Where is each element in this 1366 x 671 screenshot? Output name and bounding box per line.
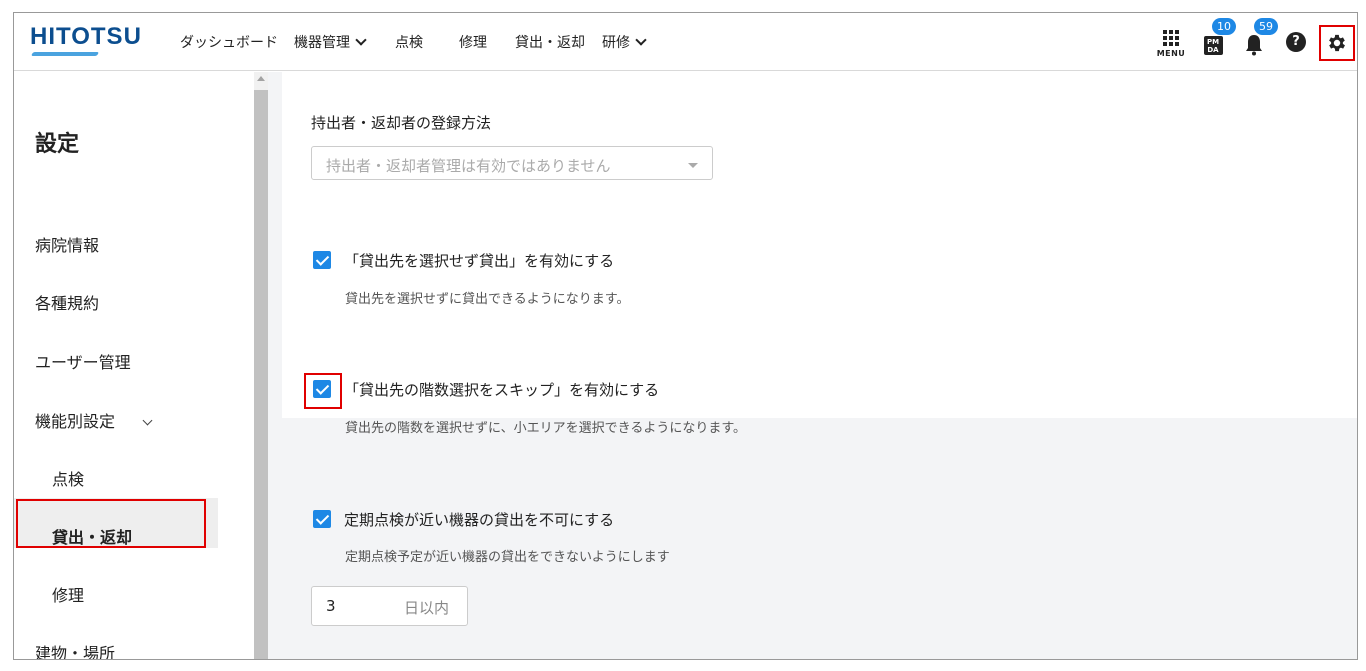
sidebar-item-users[interactable]: ユーザー管理 xyxy=(35,349,131,373)
registration-select-value: 持出者・返却者管理は有効ではありません xyxy=(326,157,611,175)
highlight-box xyxy=(16,499,206,548)
content-gutter xyxy=(268,72,282,659)
caret-down-icon xyxy=(688,163,698,168)
logo-text: HITOTSU xyxy=(30,23,142,50)
logo-underline xyxy=(30,52,100,56)
highlight-box xyxy=(304,373,342,409)
grid-icon xyxy=(1163,30,1179,46)
nav-lending[interactable]: 貸出・返却 xyxy=(515,32,585,52)
notification-badge: 59 xyxy=(1254,18,1278,35)
gear-icon xyxy=(1329,34,1345,52)
days-value: 3 xyxy=(326,597,336,615)
days-input[interactable]: 3 日以内 xyxy=(311,586,468,626)
option-no-destination-label: 「貸出先を選択せず貸出」を有効にする xyxy=(344,252,615,270)
sidebar-item-features[interactable]: 機能別設定 xyxy=(35,408,153,432)
settings-button[interactable] xyxy=(1319,25,1355,61)
chevron-down-icon xyxy=(635,34,647,46)
chevron-down-icon xyxy=(142,415,153,426)
sidebar-item-buildings[interactable]: 建物・場所 xyxy=(35,640,115,659)
sidebar-scroll-thumb[interactable] xyxy=(254,90,268,659)
sidebar-item-rules[interactable]: 各種規約 xyxy=(35,290,99,314)
option-block-inspection-label: 定期点検が近い機器の貸出を不可にする xyxy=(344,511,615,529)
pmda-badge: 10 xyxy=(1212,18,1236,35)
help-icon: ? xyxy=(1286,32,1306,52)
hitotsu-logo[interactable]: HITOTSU xyxy=(30,23,150,59)
app-window: HITOTSU ダッシュボード 機器管理 点検 修理 貸出・返却 研修 MENU… xyxy=(13,12,1358,660)
nav-inspection[interactable]: 点検 xyxy=(395,32,423,52)
nav-repair[interactable]: 修理 xyxy=(459,32,487,52)
option-block-inspection-checkbox[interactable] xyxy=(313,510,331,528)
menu-label: MENU xyxy=(1156,49,1186,58)
chevron-down-icon xyxy=(355,34,367,46)
option-no-destination-desc: 貸出先を選択せずに貸出できるようになります。 xyxy=(345,292,630,307)
nav-dashboard[interactable]: ダッシュボード xyxy=(180,32,278,52)
top-header: HITOTSU ダッシュボード 機器管理 点検 修理 貸出・返却 研修 MENU… xyxy=(14,13,1357,71)
main-nav: ダッシュボード 機器管理 点検 修理 貸出・返却 研修 xyxy=(180,13,647,71)
option-no-destination-checkbox[interactable] xyxy=(313,251,331,269)
bell-icon xyxy=(1246,35,1262,56)
menu-button[interactable]: MENU xyxy=(1154,13,1188,71)
option-skip-floor-label: 「貸出先の階数選択をスキップ」を有効にする xyxy=(344,381,660,399)
nav-equipment[interactable]: 機器管理 xyxy=(294,32,367,52)
sidebar-item-inspection[interactable]: 点検 xyxy=(52,466,84,490)
days-unit: 日以内 xyxy=(404,599,450,617)
registration-select[interactable]: 持出者・返却者管理は有効ではありません xyxy=(311,146,713,180)
option-block-inspection-desc: 定期点検予定が近い機器の貸出をできないようにします xyxy=(345,550,670,565)
notification-button[interactable]: 59 xyxy=(1242,13,1278,71)
settings-sidebar: 設定 病院情報 各種規約 ユーザー管理 機能別設定 点検 貸出・返却 修理 建物… xyxy=(14,72,268,659)
nav-training[interactable]: 研修 xyxy=(602,32,647,52)
pmda-icon: PM DA xyxy=(1203,35,1223,55)
help-button[interactable]: ? xyxy=(1285,13,1307,71)
sidebar-title: 設定 xyxy=(35,132,80,157)
settings-content: 持出者・返却者の登録方法 持出者・返却者管理は有効ではありません 「貸出先を選択… xyxy=(268,72,1357,659)
pmda-button[interactable]: PM DA 10 xyxy=(1202,13,1236,71)
registration-label: 持出者・返却者の登録方法 xyxy=(311,114,492,132)
sidebar-item-repair[interactable]: 修理 xyxy=(52,582,84,606)
scroll-up-icon[interactable] xyxy=(257,76,265,81)
sidebar-item-hospital[interactable]: 病院情報 xyxy=(35,232,99,256)
option-skip-floor-desc: 貸出先の階数を選択せずに、小エリアを選択できるようになります。 xyxy=(345,421,747,436)
